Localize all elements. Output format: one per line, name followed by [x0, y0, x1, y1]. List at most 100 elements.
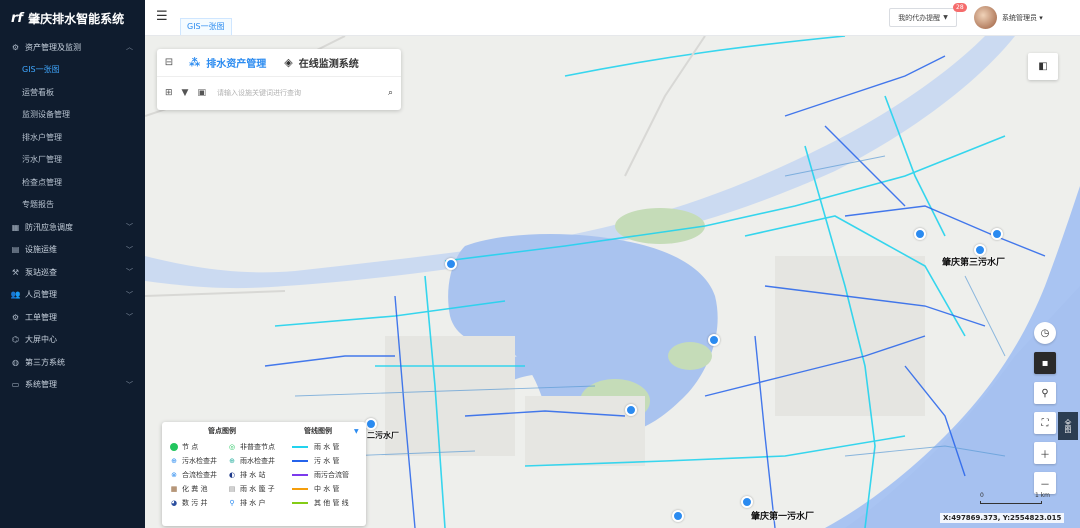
coordinate-readout: X:497869.373, Y:2554823.015 — [940, 513, 1065, 523]
sidebar-item-label: 系统管理 — [25, 380, 57, 390]
filter-icon[interactable]: ▼ — [182, 88, 189, 98]
legend-item: ⊗ 合流检查井 — [170, 468, 228, 482]
user-menu[interactable]: 系统管理员 ▾ — [1002, 13, 1043, 23]
legend-line-title: 管线图例 — [304, 427, 332, 435]
sidebar-item-staff[interactable]: 👥 人员管理 ﹀ — [0, 284, 145, 307]
sidebar-item-system[interactable]: ▭ 系统管理 ﹀ — [0, 374, 145, 397]
panel-search-row: ⊞ ▼ ▣ 请输入设施关键词进行查询 ⌕ — [157, 77, 401, 109]
drain-station-icon: ◐ — [228, 471, 236, 479]
legend-label: 雨 水 篦 子 — [240, 485, 275, 493]
legend-item: 污 水 管 — [292, 454, 364, 468]
search-input[interactable]: 请输入设施关键词进行查询 — [217, 88, 388, 98]
legend-label: 中 水 管 — [314, 485, 340, 493]
sidebar-item-checkpoints[interactable]: 检查点管理 — [0, 171, 145, 194]
legend-label: 雨 水 管 — [314, 443, 340, 451]
chevron-down-icon: ﹀ — [126, 245, 133, 254]
fullscreen-expand-icon[interactable]: ⛶ — [1034, 412, 1056, 434]
legend-collapse-icon[interactable]: ▼ — [354, 428, 359, 435]
plant-label-3[interactable]: 肇庆第三污水厂 — [942, 255, 1005, 268]
search-icon[interactable]: ⌕ — [388, 88, 393, 98]
full-map-button[interactable]: 全图 — [1058, 412, 1078, 440]
plant-label-2[interactable]: 二污水厂 — [367, 430, 399, 441]
chevron-down-icon: ▼ — [943, 14, 948, 21]
tab-online-monitoring[interactable]: ◈ 在线监测系统 — [276, 49, 366, 77]
legend-header: 管点图例 管线图例 ▼ — [162, 422, 366, 440]
legend-item: ⊕ 污水检查井 — [170, 454, 228, 468]
clock-icon[interactable]: ◷ — [1034, 322, 1056, 344]
brand-title: 肇庆排水智能系统 — [28, 11, 125, 26]
location-icon[interactable]: ⚲ — [1034, 382, 1056, 404]
sidebar-item-label: 资产管理及监测 — [25, 42, 81, 52]
map-marker[interactable] — [672, 510, 684, 522]
asset-panel: ⊟ ⁂ 排水资产管理 ◈ 在线监测系统 ⊞ ▼ ▣ 请输入设施关键词进行查询 ⌕ — [157, 49, 401, 110]
sidebar-item-flood[interactable]: ▦ 防汛应急调度 ﹀ — [0, 216, 145, 239]
right-panel-toggle-button[interactable]: ◧ — [1028, 53, 1058, 80]
layout-icon: ◧ — [1038, 61, 1048, 72]
map-marker[interactable] — [625, 404, 637, 416]
gis-map[interactable]: ⊟ ⁂ 排水资产管理 ◈ 在线监测系统 ⊞ ▼ ▣ 请输入设施关键词进行查询 ⌕… — [145, 36, 1080, 528]
map-marker[interactable] — [445, 258, 457, 270]
grid-icon[interactable]: ⊞ — [165, 88, 173, 98]
top-header: ☰ GIS一张图 我的代办提醒 ▼ 28 系统管理员 ▾ — [145, 0, 1080, 36]
sidebar-item-devices[interactable]: 监测设备管理 — [0, 104, 145, 127]
sidebar-item-orders[interactable]: ⚙ 工单管理 ﹀ — [0, 306, 145, 329]
sidebar-item-label: 运营看板 — [22, 87, 54, 97]
map-marker[interactable] — [365, 418, 377, 430]
sidebar-item-asset[interactable]: ⚙ 资产管理及监测 ︿ — [0, 36, 145, 59]
legend-label: 污水检查井 — [182, 457, 217, 465]
collapse-panel-icon[interactable]: ⊟ — [157, 49, 181, 77]
grid-icon: ▦ — [11, 222, 20, 232]
sidebar-item-pump[interactable]: ⚒ 泵站巡查 ﹀ — [0, 261, 145, 284]
sidebar-item-reports[interactable]: 专题报告 — [0, 194, 145, 217]
sidebar-item-bigscreen[interactable]: ⌬ 大屏中心 — [0, 329, 145, 352]
sidebar-item-households[interactable]: 排水户管理 — [0, 126, 145, 149]
app-root: rf 肇庆排水智能系统 ⚙ 资产管理及监测 ︿ GIS一张图 运营看板 监测设备管理… — [0, 0, 1080, 528]
legend-label: 排 水 站 — [240, 471, 266, 479]
tab-asset-management[interactable]: ⁂ 排水资产管理 — [181, 49, 276, 77]
drain-user-icon: ⚲ — [229, 499, 235, 507]
legend-label: 化 粪 池 — [182, 485, 208, 493]
map-marker[interactable] — [914, 228, 926, 240]
sidebar-item-plants[interactable]: 污水厂管理 — [0, 149, 145, 172]
brand-logo: rf — [11, 10, 24, 26]
sidebar-item-dashboard[interactable]: 运营看板 — [0, 81, 145, 104]
tab-gis[interactable]: GIS一张图 — [180, 18, 232, 35]
rain-well-icon: ⊕ — [229, 457, 235, 465]
sidebar-menu: ⚙ 资产管理及监测 ︿ GIS一张图 运营看板 监测设备管理 排水户管理 污水厂管理… — [0, 36, 145, 396]
legend-col-2: ◎ 非普查节点 ⊕ 雨水检查井 ◐ 排 水 站 ▤ 雨 水 篦 子 ⚲ 排 水 户 — [228, 440, 292, 510]
sewer-well-icon: ◕ — [170, 499, 178, 507]
sidebar-item-thirdparty[interactable]: ◍ 第三方系统 — [0, 351, 145, 374]
basemap-switch-button[interactable]: ▪ — [1034, 352, 1056, 374]
sidebar-item-label: 污水厂管理 — [22, 155, 62, 165]
legend-item: ⊕ 雨水检查井 — [228, 454, 292, 468]
globe-icon: ◍ — [12, 357, 19, 367]
sidebar-item-maintenance[interactable]: ▤ 设施运维 ﹀ — [0, 239, 145, 262]
plant-label-1[interactable]: 肇庆第一污水厂 — [751, 509, 814, 522]
sidebar: rf 肇庆排水智能系统 ⚙ 资产管理及监测 ︿ GIS一张图 运营看板 监测设备管理… — [0, 0, 145, 528]
menu-toggle-icon[interactable]: ☰ — [156, 9, 168, 24]
legend-label: 雨污合流管 — [314, 471, 349, 479]
septic-tank-icon: ▦ — [170, 485, 178, 493]
map-marker[interactable] — [708, 334, 720, 346]
legend-item: ⚲ 排 水 户 — [228, 496, 292, 510]
zoom-out-button[interactable]: － — [1034, 472, 1056, 494]
reclaimed-pipe-swatch — [292, 488, 308, 490]
chevron-down-icon: ﹀ — [126, 313, 133, 322]
sidebar-item-label: 防汛应急调度 — [25, 222, 73, 232]
todo-label: 我的代办提醒 — [898, 13, 941, 22]
map-marker[interactable] — [741, 496, 753, 508]
zoom-in-button[interactable]: ＋ — [1034, 442, 1056, 464]
scale-bar-line — [980, 501, 1042, 504]
avatar[interactable] — [974, 6, 997, 29]
asset-dots-icon: ⁂ — [189, 56, 201, 69]
sidebar-item-gis[interactable]: GIS一张图 — [0, 59, 145, 82]
scale-start: 0 — [980, 492, 984, 499]
sidebar-item-label: 人员管理 — [25, 290, 57, 300]
brand: rf 肇庆排水智能系统 — [0, 0, 145, 36]
todo-reminder-button[interactable]: 我的代办提醒 ▼ — [889, 8, 957, 27]
legend-item: ▦ 化 粪 池 — [170, 482, 228, 496]
legend-item: 节 点 — [170, 440, 228, 454]
qr-icon[interactable]: ▣ — [197, 88, 206, 98]
map-marker[interactable] — [991, 228, 1003, 240]
legend-item: 中 水 管 — [292, 482, 364, 496]
